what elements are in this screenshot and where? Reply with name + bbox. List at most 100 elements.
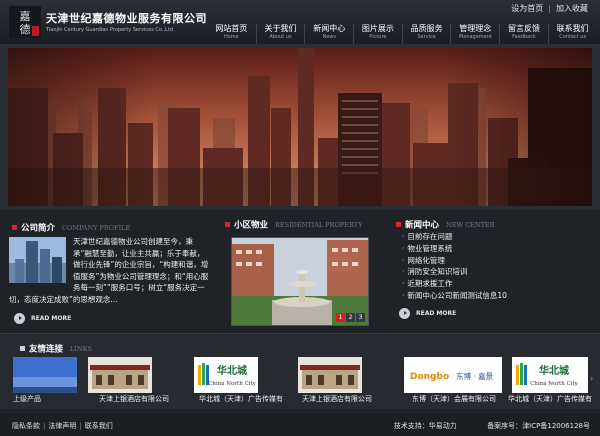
news-item[interactable]: 消防安全知识培训 xyxy=(402,266,592,278)
link-caption[interactable]: 华北城（天津）广告传媒有 xyxy=(508,394,592,404)
link-logo-dongbo[interactable]: Dongbo 东博 · 嘉景 xyxy=(404,357,502,393)
nav-sublabel: Home xyxy=(223,34,239,40)
privacy-link[interactable]: 隐私条款 xyxy=(12,422,40,430)
links-section-title: 友情连接 LINKS xyxy=(20,338,92,355)
bullet-square-icon xyxy=(20,346,25,351)
section-title-en: RESIDENTIAL PROPERTY xyxy=(275,220,363,229)
footer-links: 隐私条款 | 法律声明 | 联系我们 xyxy=(12,421,113,431)
residential-section-title: 小区物业 RESIDENTIAL PROPERTY xyxy=(225,214,363,231)
nav-sublabel: Service xyxy=(417,34,436,40)
support-link[interactable]: 华易动力 xyxy=(429,422,457,430)
nav-about[interactable]: 关于我们 About us xyxy=(255,24,305,44)
company-name-en: Tianjin Century Guardian Property Servic… xyxy=(46,27,173,33)
nav-sublabel: Management xyxy=(458,34,492,40)
set-homepage-link[interactable]: 设为首页 xyxy=(511,4,543,13)
section-title-cn: 小区物业 xyxy=(234,220,269,231)
news-item[interactable]: 目前存在问题 xyxy=(402,231,592,243)
link-logo-sky-photo[interactable] xyxy=(13,357,77,393)
company-building-photo[interactable] xyxy=(9,237,66,283)
read-more-label: READ MORE xyxy=(416,309,457,317)
link-logo-china-north-city[interactable]: 华北城 China North City xyxy=(512,357,588,393)
news-item[interactable]: 网络化管理 xyxy=(402,255,592,267)
nav-label: 图片展示 xyxy=(361,24,394,33)
residential-fountain-photo[interactable] xyxy=(232,238,368,325)
company-name: 天津世纪嘉德物业服务有限公司 xyxy=(46,12,207,25)
scroll-right-arrow-icon[interactable]: › xyxy=(590,374,593,383)
page-3-button[interactable]: 3 xyxy=(356,313,365,322)
site-footer: 隐私条款 | 法律声明 | 联系我们 技术支持：华易动力 备案序号：津ICP备12006… xyxy=(0,413,600,436)
news-item[interactable]: 物业管理系统 xyxy=(402,243,592,255)
link-logo-text: 华北城 xyxy=(217,364,247,377)
divider: | xyxy=(548,4,551,13)
footer-info: 技术支持：华易动力 备案序号：津ICP备12006128号 xyxy=(394,421,590,431)
link-logo-china-north-city[interactable]: 华北城 China North City xyxy=(194,357,258,393)
slideshow-pager: 1 2 3 xyxy=(335,313,365,322)
main-nav: 网站首页 Home 关于我们 About us 新闻中心 News 图片展示 Pictu… xyxy=(207,24,597,44)
link-logo-hotel-photo[interactable] xyxy=(88,357,152,393)
logo-seal-icon[interactable]: 嘉 德 xyxy=(9,6,41,38)
residential-slideshow: 1 2 3 xyxy=(231,237,369,326)
nav-management[interactable]: 管理理念 Management xyxy=(450,24,499,44)
svg-text:德: 德 xyxy=(20,22,31,36)
arrow-right-icon xyxy=(14,312,25,324)
section-title-cn: 友情连接 xyxy=(29,344,64,355)
company-section-title: 公司简介 COMPANY PROFILE xyxy=(12,217,131,234)
nav-sublabel: News xyxy=(322,34,336,40)
nav-contact[interactable]: 联系我们 Contact us xyxy=(547,24,597,44)
nav-service[interactable]: 品质服务 Service xyxy=(401,24,451,44)
bullet-square-icon xyxy=(225,222,230,227)
nav-sublabel: About us xyxy=(269,34,292,40)
page-2-button[interactable]: 2 xyxy=(346,313,355,322)
nav-label: 品质服务 xyxy=(410,24,443,33)
section-title-en: NEW CENTER xyxy=(446,220,495,229)
nav-sublabel: Feedback xyxy=(512,34,536,40)
nav-sublabel: Picture xyxy=(369,34,387,40)
contact-link[interactable]: 联系我们 xyxy=(85,422,113,430)
news-item[interactable]: 新闻中心公司新闻测试信息10 xyxy=(402,290,592,302)
add-favorite-link[interactable]: 加入收藏 xyxy=(556,4,588,13)
nav-feedback[interactable]: 留言反馈 Feedback xyxy=(499,24,548,44)
company-read-more-button[interactable]: READ MORE xyxy=(14,312,71,324)
section-title-cn: 新闻中心 xyxy=(405,220,440,231)
link-logo-hotel-photo[interactable] xyxy=(298,357,362,393)
read-more-label: READ MORE xyxy=(31,314,72,322)
link-logo-text: China North City xyxy=(530,381,579,387)
link-caption[interactable]: 上级产品 xyxy=(13,394,41,404)
news-item[interactable]: 近期求援工作 xyxy=(402,278,592,290)
support-label: 技术支持： xyxy=(393,422,429,430)
divider: | xyxy=(43,422,46,430)
link-logo-text: China North City xyxy=(208,381,257,387)
svg-text:嘉: 嘉 xyxy=(20,9,31,23)
link-logo-text: 东博 · 嘉景 xyxy=(456,371,494,381)
link-caption[interactable]: 东博（天津）会展有限公司 xyxy=(412,394,496,404)
news-list: 目前存在问题 物业管理系统 网络化管理 消防安全知识培训 近期求援工作 新闻中心… xyxy=(402,231,592,302)
site-header: 嘉 德 天津世纪嘉德物业服务有限公司 Tianjin Century Guard… xyxy=(0,0,600,44)
nav-sublabel: Contact us xyxy=(559,34,587,40)
link-logo-text: Dongbo xyxy=(410,372,449,382)
city-skyline-banner xyxy=(8,48,592,206)
nav-label: 关于我们 xyxy=(264,24,297,33)
section-title-cn: 公司简介 xyxy=(21,223,56,234)
nav-label: 联系我们 xyxy=(556,24,589,33)
news-read-more-button[interactable]: READ MORE xyxy=(399,307,456,319)
link-caption[interactable]: 天津上银酒店有限公司 xyxy=(302,394,372,404)
icp-label: 备案序号： xyxy=(487,422,523,430)
link-caption[interactable]: 华北城（天津）广告传媒有 xyxy=(199,394,283,404)
page-1-button[interactable]: 1 xyxy=(336,313,345,322)
nav-label: 留言反馈 xyxy=(507,24,540,33)
icp-number[interactable]: 津ICP备12006128号 xyxy=(522,422,590,430)
link-caption[interactable]: 天津上银酒店有限公司 xyxy=(99,394,169,404)
link-logo-text: 华北城 xyxy=(539,364,569,377)
bullet-square-icon xyxy=(396,222,401,227)
section-title-en: LINKS xyxy=(70,344,92,353)
section-title-en: COMPANY PROFILE xyxy=(62,223,131,232)
news-section-title: 新闻中心 NEW CENTER xyxy=(396,214,495,231)
nav-home[interactable]: 网站首页 Home xyxy=(207,24,256,44)
top-links: 设为首页 | 加入收藏 xyxy=(511,3,588,14)
nav-label: 新闻中心 xyxy=(313,24,346,33)
nav-picture[interactable]: 图片展示 Picture xyxy=(353,24,402,44)
arrow-right-icon xyxy=(399,307,410,319)
legal-link[interactable]: 法律声明 xyxy=(48,422,76,430)
nav-news[interactable]: 新闻中心 News xyxy=(304,24,353,44)
divider: | xyxy=(79,422,82,430)
